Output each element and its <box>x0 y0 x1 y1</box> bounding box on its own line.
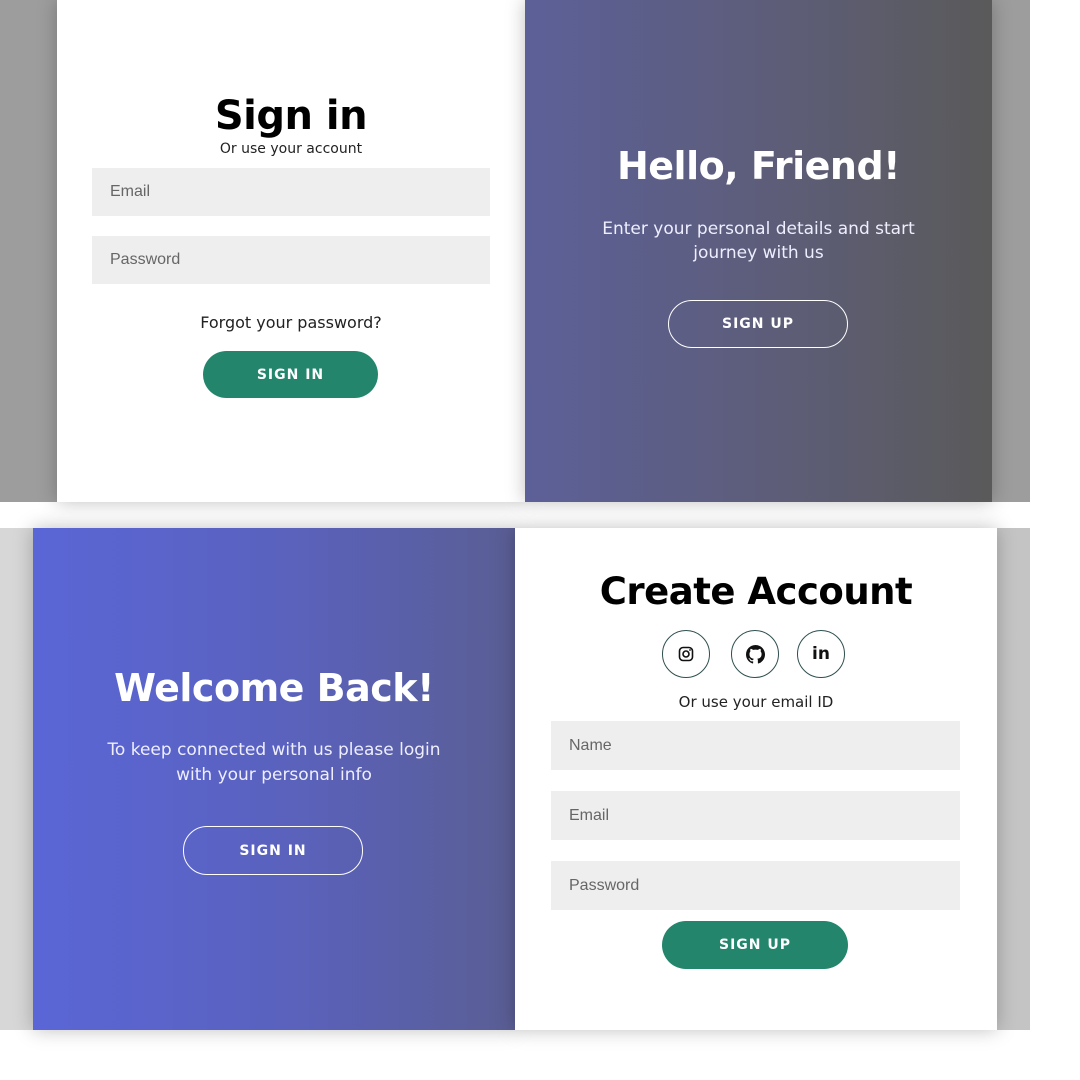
linkedin-button[interactable]: in <box>797 630 845 678</box>
sign-in-ghost-button[interactable]: SIGN IN <box>183 826 363 875</box>
github-button[interactable] <box>731 630 779 678</box>
forgot-password-link[interactable]: Forgot your password? <box>57 313 525 332</box>
instagram-button[interactable] <box>662 630 710 678</box>
sign-in-email-input[interactable] <box>92 168 490 216</box>
instagram-icon <box>678 646 694 662</box>
welcome-text: To keep connected with us please login w… <box>33 738 515 788</box>
hello-overlay-panel: Hello, Friend! Enter your personal detai… <box>525 0 992 502</box>
sign-in-button[interactable]: SIGN IN <box>203 351 378 398</box>
create-account-subtitle: Or use your email ID <box>678 693 834 711</box>
sign-up-ghost-button[interactable]: SIGN UP <box>668 300 848 348</box>
sign-up-button[interactable]: SIGN UP <box>662 921 848 969</box>
hello-title: Hello, Friend! <box>616 144 901 188</box>
hello-text-line2: journey with us <box>693 243 824 263</box>
sign-in-subtitle: Or use your account <box>219 141 363 157</box>
welcome-text-line1: To keep connected with us please login <box>107 740 441 760</box>
name-input[interactable] <box>551 721 960 770</box>
welcome-text-line2: with your personal info <box>176 765 372 785</box>
sign-up-password-input[interactable] <box>551 861 960 910</box>
hello-text: Enter your personal details and start jo… <box>525 217 992 265</box>
sign-in-form-panel: Sign in Or use your account Forgot your … <box>57 0 525 502</box>
sign-up-email-input[interactable] <box>551 791 960 840</box>
create-account-form-panel: Create Account in Or use your email ID S… <box>515 528 997 1030</box>
github-icon <box>745 644 765 664</box>
welcome-title: Welcome Back! <box>114 666 434 710</box>
sign-in-password-input[interactable] <box>92 236 490 284</box>
hello-text-line1: Enter your personal details and start <box>602 219 915 239</box>
create-account-title: Create Account <box>599 570 913 613</box>
welcome-overlay-panel: Welcome Back! To keep connected with us … <box>33 528 515 1030</box>
sign-in-title: Sign in <box>214 93 368 139</box>
linkedin-icon: in <box>812 644 830 664</box>
